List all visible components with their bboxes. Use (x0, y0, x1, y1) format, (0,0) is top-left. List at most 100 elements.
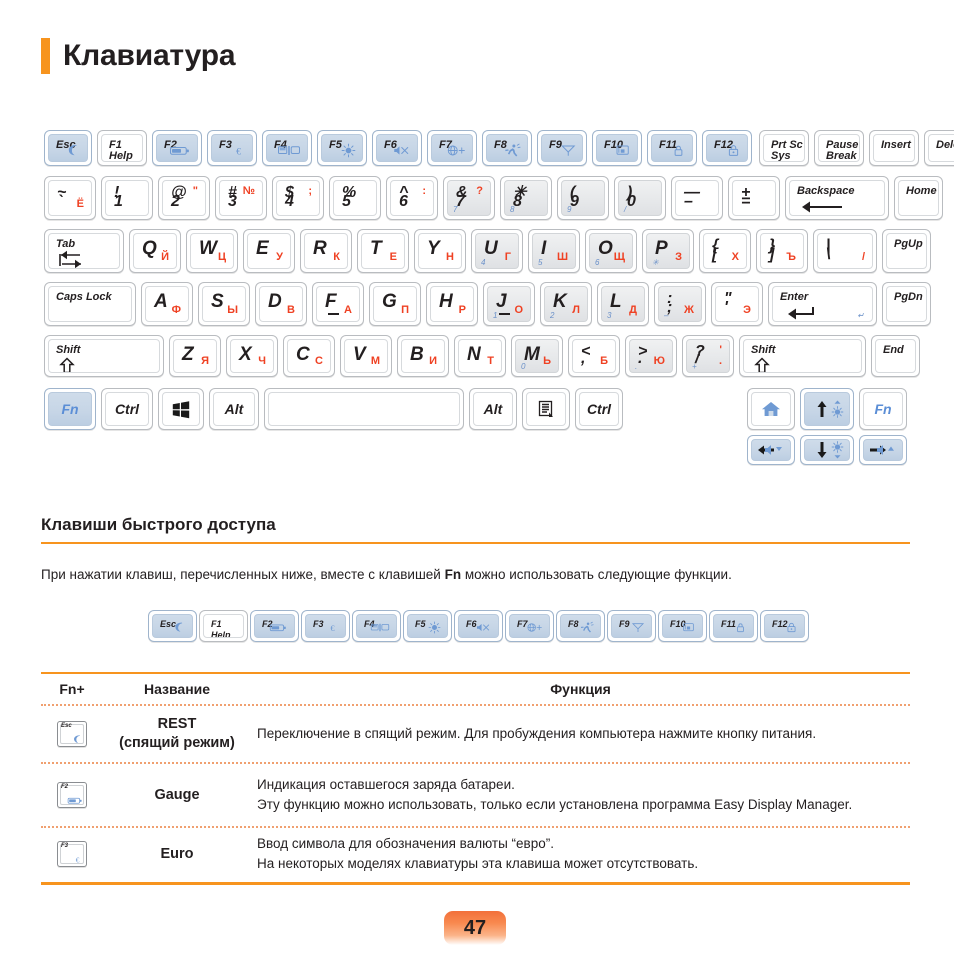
key[interactable]: % 5 (329, 176, 381, 220)
key-f6[interactable]: F6 (454, 610, 503, 642)
key-prt-sc[interactable]: Prt ScSys Rq (759, 130, 809, 166)
key-f12[interactable]: F12 (760, 610, 809, 642)
key[interactable]: + = (728, 176, 780, 220)
key-m[interactable]: MЬ 0 (511, 335, 563, 377)
key-i[interactable]: IШ 5 (528, 229, 580, 273)
key-f10[interactable]: F10 (592, 130, 642, 166)
key-o[interactable]: OЩ 6 (585, 229, 637, 273)
key[interactable]: ? /. ' + (682, 335, 734, 377)
key-pgdn[interactable]: PgDn (882, 282, 931, 326)
key-arrow-down[interactable] (800, 435, 854, 465)
key-w[interactable]: WЦ (186, 229, 238, 273)
key-esc[interactable]: Esc (44, 130, 92, 166)
key-ctrl[interactable]: Ctrl (575, 388, 623, 430)
key-f3[interactable]: F3 € (301, 610, 350, 642)
key-home[interactable] (747, 388, 795, 430)
key-f8[interactable]: F8 (482, 130, 532, 166)
key-z[interactable]: ZЯ (169, 335, 221, 377)
key-h[interactable]: HР (426, 282, 478, 326)
key-alt[interactable]: Alt (469, 388, 517, 430)
spacebar[interactable] (264, 388, 464, 430)
key-e[interactable]: EУ (243, 229, 295, 273)
key-menu[interactable] (522, 388, 570, 430)
key-x[interactable]: XЧ (226, 335, 278, 377)
key-fn[interactable]: Fn (859, 388, 907, 430)
key-backspace[interactable]: Backspace (785, 176, 889, 220)
key-windows[interactable] (158, 388, 204, 430)
key-f11[interactable]: F11 (647, 130, 697, 166)
key-enter[interactable]: Enter ↵ (768, 282, 877, 326)
key[interactable]: ! 1 (101, 176, 153, 220)
key[interactable]: ✳ 8 8 (500, 176, 552, 220)
key-f10[interactable]: F10 (658, 610, 707, 642)
key-shift[interactable]: Shift (739, 335, 866, 377)
key-b[interactable]: BИ (397, 335, 449, 377)
key[interactable]: ) 0/ (614, 176, 666, 220)
key-arrow-left[interactable] (747, 435, 795, 465)
key-c[interactable]: CС (283, 335, 335, 377)
key-r[interactable]: RК (300, 229, 352, 273)
key-f5[interactable]: F5 (317, 130, 367, 166)
key-insert[interactable]: Insert (869, 130, 919, 166)
key-y[interactable]: YН (414, 229, 466, 273)
key[interactable]: " ' Э (711, 282, 763, 326)
key-f9[interactable]: F9 (537, 130, 587, 166)
key-f1[interactable]: F1 Help (97, 130, 147, 166)
key[interactable]: :; Ж – (654, 282, 706, 326)
key-alt[interactable]: Alt (209, 388, 259, 430)
key[interactable]: <, Б (568, 335, 620, 377)
key-end[interactable]: End (871, 335, 920, 377)
key[interactable]: #3 № (215, 176, 267, 220)
key-f2[interactable]: F2 (250, 610, 299, 642)
key[interactable]: $4; (272, 176, 324, 220)
key-v[interactable]: VМ (340, 335, 392, 377)
key-f7[interactable]: F7 (427, 130, 477, 166)
key[interactable]: | \ / (813, 229, 877, 273)
key-arrow-up[interactable] (800, 388, 854, 430)
key-f4[interactable]: F4 (352, 610, 401, 642)
key-f9[interactable]: F9 (607, 610, 656, 642)
key-f11[interactable]: F11 (709, 610, 758, 642)
key-f[interactable]: FА (312, 282, 364, 326)
key-fn[interactable]: Fn (44, 388, 96, 430)
key-u[interactable]: UГ 4 (471, 229, 523, 273)
key[interactable]: @2 " (158, 176, 210, 220)
key[interactable]: >. Ю. (625, 335, 677, 377)
key-caps-lock[interactable]: Caps Lock (44, 282, 136, 326)
key-delete[interactable]: Delete (924, 130, 954, 166)
key-home[interactable]: Home (894, 176, 943, 220)
key-f4[interactable]: F4 (262, 130, 312, 166)
key-f1[interactable]: F1 Help (199, 610, 248, 642)
key-tab[interactable]: Tab (44, 229, 124, 273)
key-f3[interactable]: F3 € (207, 130, 257, 166)
key-a[interactable]: AФ (141, 282, 193, 326)
key-shift[interactable]: Shift (44, 335, 164, 377)
key-f7[interactable]: F7 (505, 610, 554, 642)
key-q[interactable]: QЙ (129, 229, 181, 273)
key-pgup[interactable]: PgUp (882, 229, 931, 273)
key[interactable]: ^ 6: (386, 176, 438, 220)
key-t[interactable]: TЕ (357, 229, 409, 273)
key-g[interactable]: GП (369, 282, 421, 326)
key-f5[interactable]: F5 (403, 610, 452, 642)
key-f8[interactable]: F8 (556, 610, 605, 642)
key-s[interactable]: SЫ (198, 282, 250, 326)
key-f2[interactable]: F2 (152, 130, 202, 166)
key-d[interactable]: DВ (255, 282, 307, 326)
key-f12[interactable]: F12 (702, 130, 752, 166)
key-n[interactable]: NТ (454, 335, 506, 377)
key[interactable]: — – (671, 176, 723, 220)
key[interactable]: & 7? 7 (443, 176, 495, 220)
key[interactable]: ~ ` Ё (44, 176, 96, 220)
key-j[interactable]: JО 1 (483, 282, 535, 326)
key[interactable]: (9 9 (557, 176, 609, 220)
key[interactable]: {[Х (699, 229, 751, 273)
key-p[interactable]: P З ✳ (642, 229, 694, 273)
key[interactable]: }] Ъ (756, 229, 808, 273)
key-ctrl[interactable]: Ctrl (101, 388, 153, 430)
key-f6[interactable]: F6 (372, 130, 422, 166)
key-l[interactable]: LД 3 (597, 282, 649, 326)
key-pause[interactable]: Pause Break (814, 130, 864, 166)
key-arrow-right[interactable] (859, 435, 907, 465)
key-esc[interactable]: Esc (148, 610, 197, 642)
